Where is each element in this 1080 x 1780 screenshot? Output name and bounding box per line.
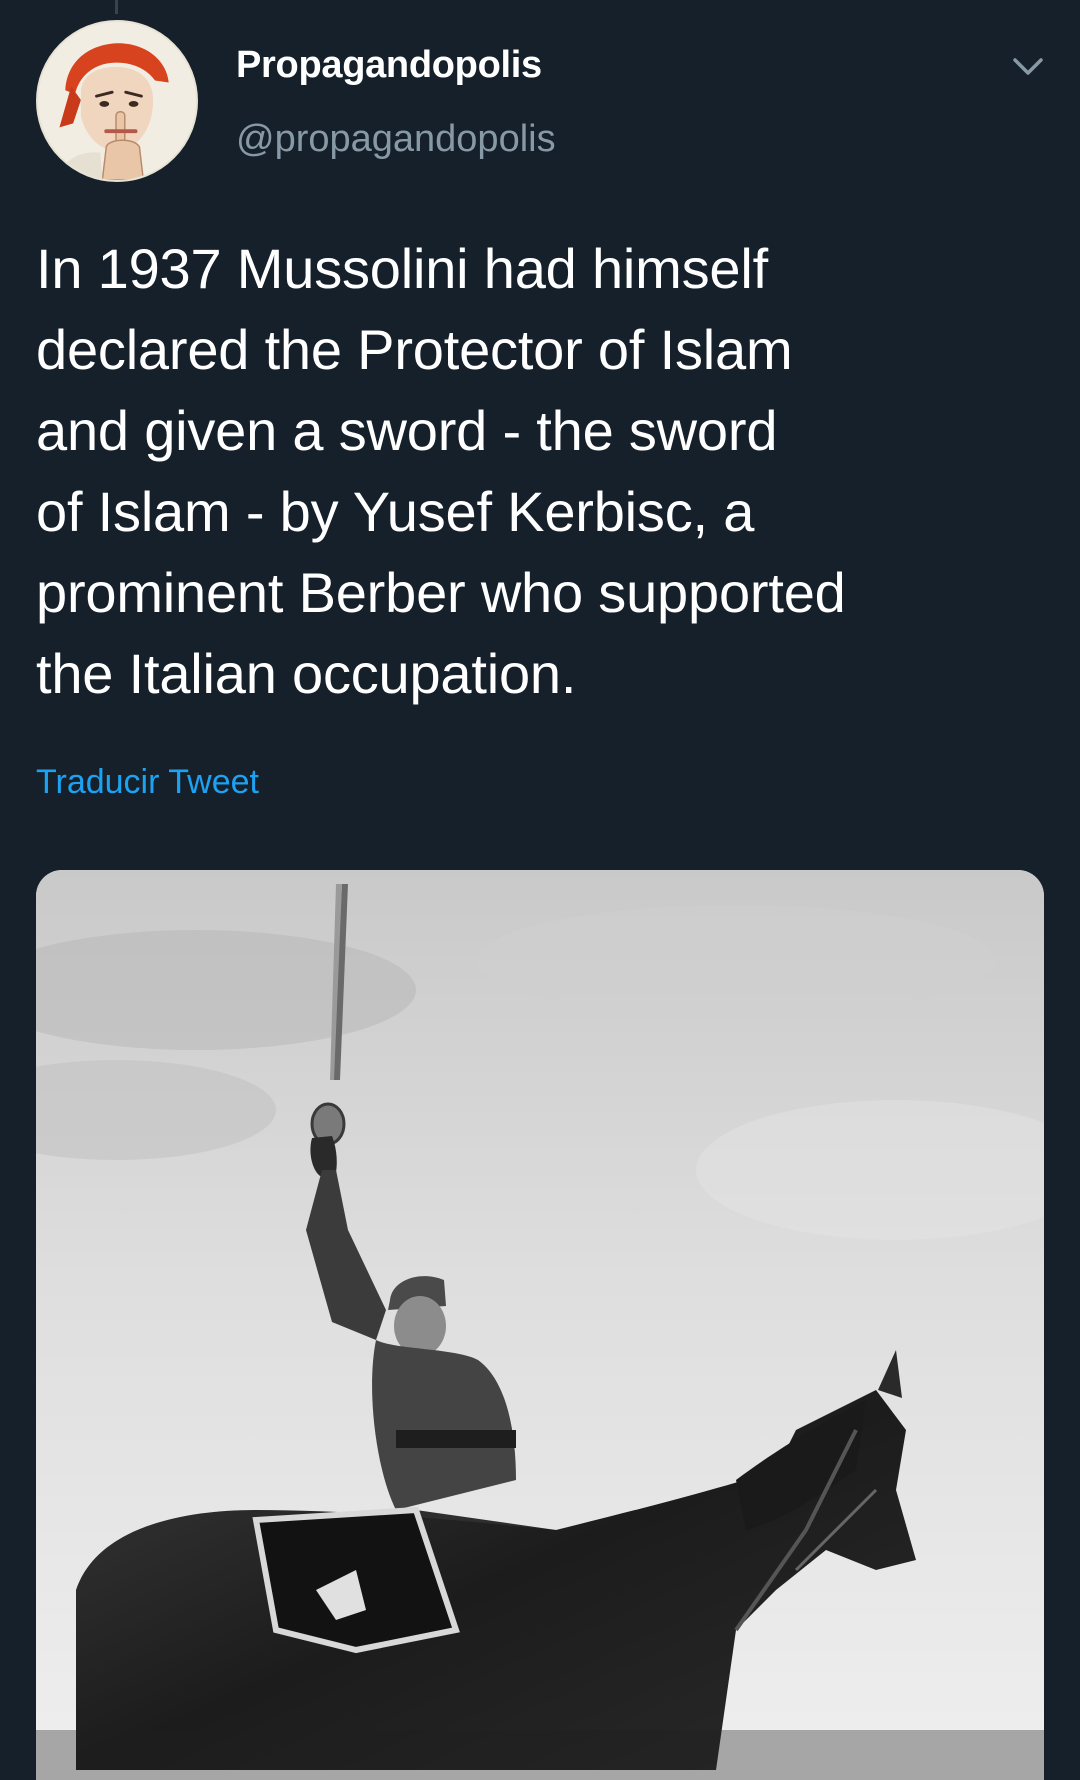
tweet-text-line: In 1937 Mussolini had himself (36, 237, 768, 300)
chevron-down-icon (1013, 58, 1043, 75)
tweet-menu-button[interactable] (1008, 50, 1048, 84)
tweet-text-line: prominent Berber who supported (36, 561, 846, 624)
tweet: Propagandopolis @propagandopolis In 1937… (0, 0, 1080, 1780)
tweet-text: In 1937 Mussolini had himself declared t… (36, 228, 1046, 714)
user-handle[interactable]: @propagandopolis (236, 118, 556, 161)
display-name[interactable]: Propagandopolis (236, 44, 542, 87)
tweet-text-line: the Italian occupation. (36, 642, 577, 705)
translate-tweet-link[interactable]: Traducir Tweet (36, 763, 259, 802)
tweet-text-line: declared the Protector of Islam (36, 318, 793, 381)
photo-equestrian-image (36, 870, 1044, 1780)
thread-connector (115, 0, 118, 14)
avatar-poster-icon (38, 22, 196, 180)
avatar[interactable] (36, 20, 198, 182)
tweet-photo[interactable] (36, 870, 1044, 1780)
tweet-text-line: and given a sword - the sword (36, 399, 778, 462)
tweet-text-line: of Islam - by Yusef Kerbisc, a (36, 480, 755, 543)
